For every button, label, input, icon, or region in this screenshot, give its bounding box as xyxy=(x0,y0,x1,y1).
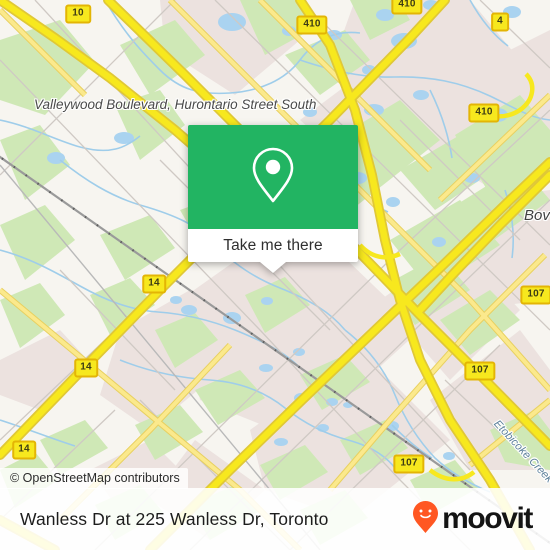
highway-shield-10[interactable]: 10 xyxy=(65,4,91,24)
moovit-wordmark: moovit xyxy=(442,502,533,535)
highway-shield-14-lower[interactable]: 14 xyxy=(12,440,36,460)
highway-shield-410-top[interactable]: 410 xyxy=(391,0,423,15)
map-popup-callout[interactable]: Take me there xyxy=(188,125,358,273)
osm-attribution[interactable]: © OpenStreetMap contributors xyxy=(0,468,188,489)
moovit-pin-icon xyxy=(412,500,439,539)
highway-shield-107-mid[interactable]: 107 xyxy=(464,361,496,381)
highway-shield-14-upper[interactable]: 14 xyxy=(142,274,166,294)
take-me-there-button[interactable]: Take me there xyxy=(223,237,323,255)
highway-shield-107-east[interactable]: 107 xyxy=(520,285,550,305)
popup-action-area[interactable]: Take me there xyxy=(188,229,358,273)
place-title: Wanless Dr at 225 Wanless Dr, Toronto xyxy=(20,508,329,529)
highway-shield-4[interactable]: 4 xyxy=(491,12,509,32)
map-screenshot: Valleywood Boulevard, Hurontario Street … xyxy=(0,0,550,550)
highway-shield-410-east[interactable]: 410 xyxy=(468,103,500,123)
highway-shield-410-north[interactable]: 410 xyxy=(296,15,328,35)
popup-tail-arrow xyxy=(260,262,286,273)
map-label-street: Valleywood Boulevard, Hurontario Street … xyxy=(34,97,317,112)
highway-shield-14-mid[interactable]: 14 xyxy=(74,358,98,378)
highway-shield-107-lower[interactable]: 107 xyxy=(393,454,425,474)
map-pin-icon xyxy=(249,145,297,210)
moovit-logo[interactable]: moovit xyxy=(412,500,533,539)
popup-icon-area xyxy=(188,125,358,229)
map-label-bovaird: Bov xyxy=(524,207,550,224)
bottom-info-bar: Wanless Dr at 225 Wanless Dr, Toronto mo… xyxy=(0,488,550,550)
